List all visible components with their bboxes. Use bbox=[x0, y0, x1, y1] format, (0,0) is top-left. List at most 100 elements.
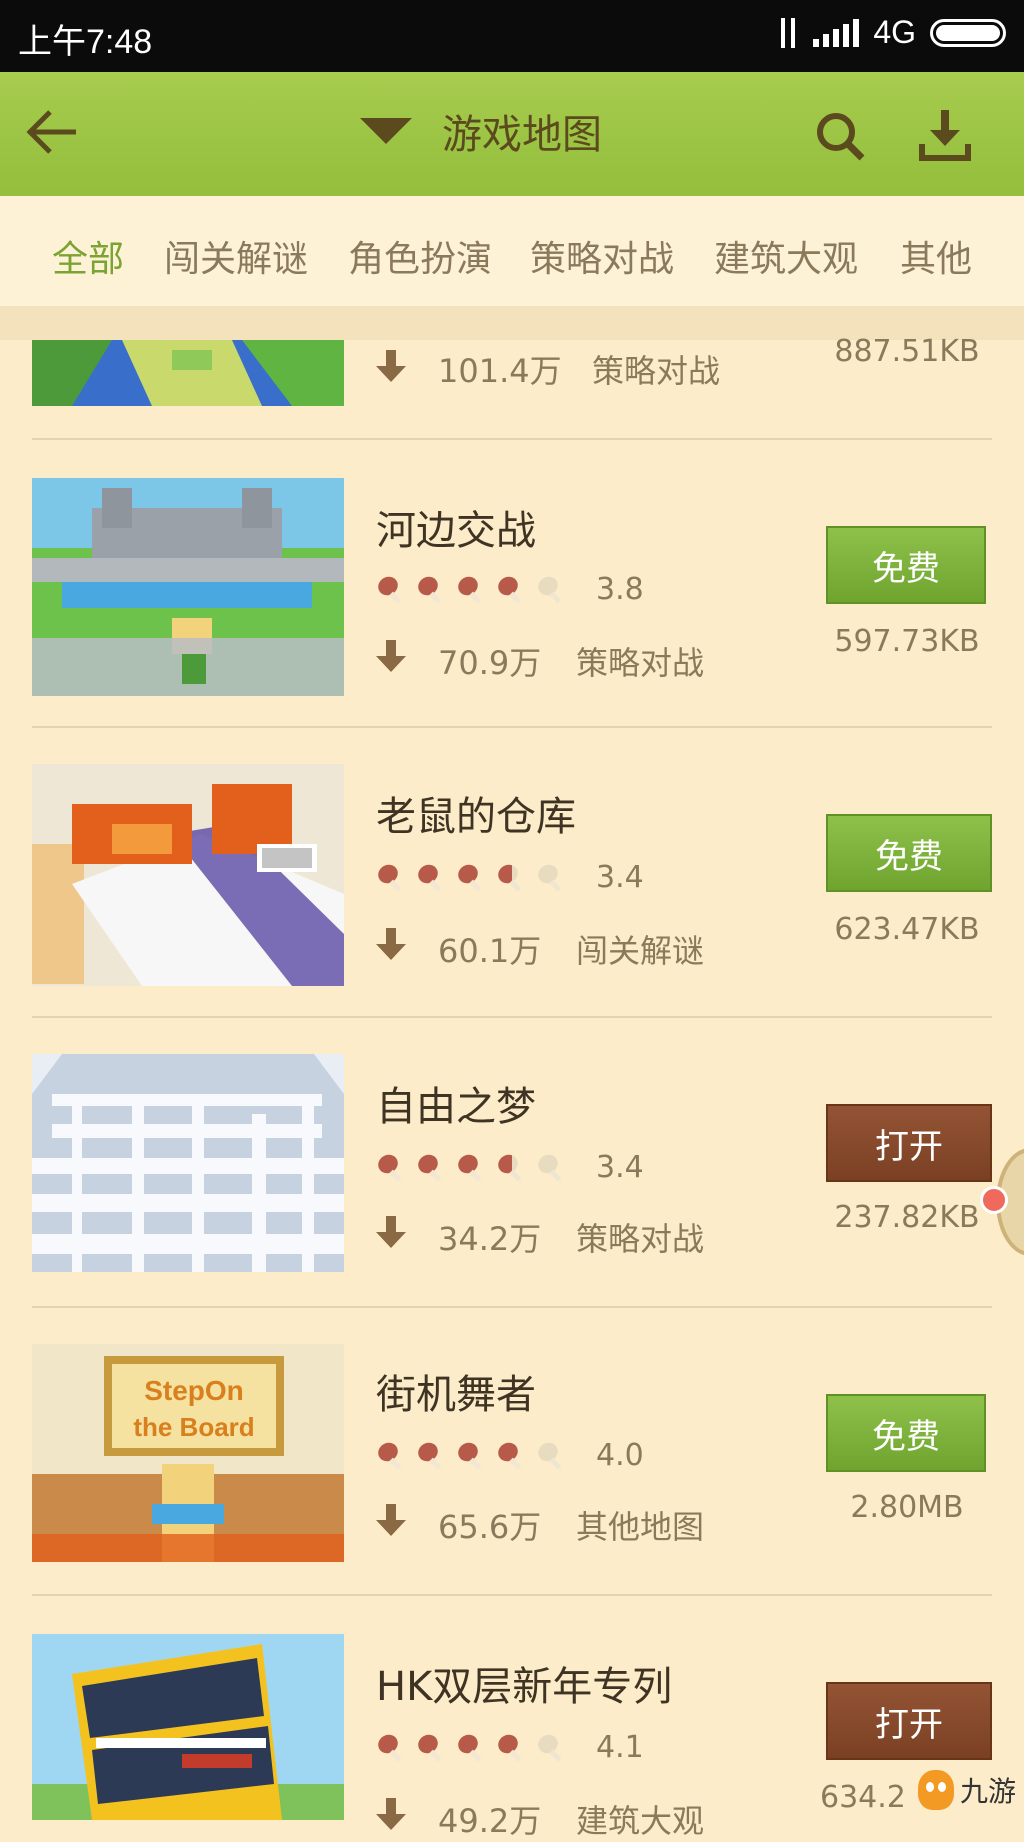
map-thumbnail: StepOn the Board bbox=[32, 1344, 344, 1562]
thumbnail-text-the-board: the Board bbox=[133, 1412, 254, 1442]
map-thumbnail bbox=[32, 764, 344, 986]
status-icons: 4G bbox=[777, 14, 1006, 51]
map-name: 街机舞者 bbox=[376, 1372, 536, 1418]
category-label: 策略对战 bbox=[576, 644, 705, 682]
watermark-text: 九游 bbox=[960, 1775, 1017, 1808]
rating-stars bbox=[376, 1732, 568, 1764]
rating-drumstick-icon bbox=[498, 1442, 522, 1470]
tab-all[interactable]: 全部 bbox=[52, 230, 124, 282]
rating-stars bbox=[376, 1440, 568, 1472]
free-download-button[interactable]: 免费 bbox=[826, 1394, 986, 1472]
map-thumbnail bbox=[32, 340, 344, 406]
rating-drumstick-icon bbox=[538, 1154, 562, 1182]
back-arrow-icon[interactable] bbox=[20, 102, 80, 162]
page-title: 游戏地图 bbox=[442, 112, 602, 158]
download-count-icon bbox=[376, 640, 406, 672]
download-count-icon bbox=[376, 928, 406, 960]
watermark-logo: 九游 bbox=[918, 1770, 1016, 1810]
rating-drumstick-icon bbox=[458, 576, 482, 604]
download-count-icon bbox=[376, 1216, 406, 1248]
category-label: 建筑大观 bbox=[576, 1802, 705, 1840]
free-download-button[interactable]: 免费 bbox=[826, 526, 986, 604]
tab-roleplay[interactable]: 角色扮演 bbox=[348, 230, 492, 282]
map-name: 河边交战 bbox=[376, 508, 536, 554]
battery-icon bbox=[930, 18, 1006, 47]
rating-drumstick-icon bbox=[458, 1154, 482, 1182]
rating-drumstick-icon bbox=[418, 1154, 442, 1182]
rating-drumstick-icon bbox=[418, 1442, 442, 1470]
rating-drumstick-icon bbox=[538, 864, 562, 892]
map-name: HK双层新年专列 bbox=[376, 1664, 673, 1710]
open-button[interactable]: 打开 bbox=[826, 1682, 992, 1760]
map-thumbnail bbox=[32, 478, 344, 696]
category-label: 其他地图 bbox=[576, 1508, 705, 1546]
rating-drumstick-icon bbox=[378, 1442, 402, 1470]
list-divider bbox=[32, 1016, 992, 1018]
list-divider bbox=[32, 1306, 992, 1308]
rating-drumstick-icon bbox=[538, 1734, 562, 1762]
search-icon[interactable] bbox=[812, 108, 868, 164]
category-label: 策略对战 bbox=[576, 1220, 705, 1258]
data-transfer-icon bbox=[777, 17, 799, 48]
file-size: 2.80MB bbox=[850, 1490, 964, 1525]
rating-drumstick-icon bbox=[538, 1442, 562, 1470]
download-count: 49.2万 bbox=[438, 1802, 542, 1840]
tab-strategy[interactable]: 策略对战 bbox=[530, 230, 674, 282]
rating-drumstick-icon bbox=[418, 864, 442, 892]
map-name: 自由之梦 bbox=[376, 1084, 536, 1130]
rating-drumstick-icon bbox=[458, 1442, 482, 1470]
file-size: 597.73KB bbox=[834, 624, 980, 659]
rating-drumstick-icon bbox=[458, 864, 482, 892]
list-divider bbox=[32, 438, 992, 440]
category-label: 策略对战 bbox=[592, 352, 721, 390]
rating-stars bbox=[376, 574, 568, 606]
rating-drumstick-icon bbox=[418, 576, 442, 604]
download-count: 60.1万 bbox=[438, 932, 542, 970]
map-thumbnail bbox=[32, 1634, 344, 1820]
rating-drumstick-icon bbox=[458, 1734, 482, 1762]
rating-value: 3.8 bbox=[596, 572, 644, 607]
file-size: 623.47KB bbox=[834, 912, 980, 947]
download-count: 101.4万 bbox=[438, 352, 562, 390]
rating-drumstick-icon bbox=[498, 864, 522, 892]
rating-drumstick-icon bbox=[498, 1154, 522, 1182]
rating-drumstick-icon bbox=[378, 576, 402, 604]
tab-other[interactable]: 其他 bbox=[900, 230, 972, 282]
category-tabs: 全部 闯关解谜 角色扮演 策略对战 建筑大观 其他 bbox=[0, 196, 1024, 308]
rating-value: 4.1 bbox=[596, 1730, 644, 1765]
tab-puzzle[interactable]: 闯关解谜 bbox=[164, 230, 308, 282]
network-type: 4G bbox=[873, 14, 916, 50]
download-count-icon bbox=[376, 1798, 406, 1830]
rating-drumstick-icon bbox=[378, 864, 402, 892]
open-button[interactable]: 打开 bbox=[826, 1104, 992, 1182]
list-divider bbox=[32, 726, 992, 728]
download-count-icon bbox=[376, 350, 406, 382]
thumbnail-text-step-on: StepOn bbox=[144, 1375, 244, 1406]
file-size: 887.51KB bbox=[834, 334, 980, 369]
file-size: 237.82KB bbox=[834, 1200, 980, 1235]
download-count: 70.9万 bbox=[438, 644, 542, 682]
free-download-button[interactable]: 免费 bbox=[826, 814, 992, 892]
title-dropdown[interactable]: 游戏地图 bbox=[360, 102, 602, 160]
download-manager-icon[interactable] bbox=[916, 106, 974, 164]
rating-drumstick-icon bbox=[498, 576, 522, 604]
rating-drumstick-icon bbox=[378, 1734, 402, 1762]
rating-stars bbox=[376, 862, 568, 894]
list-divider bbox=[32, 1594, 992, 1596]
signal-icon bbox=[813, 18, 860, 47]
download-count-icon bbox=[376, 1504, 406, 1536]
status-time: 上午7:48 bbox=[18, 23, 153, 61]
rating-value: 3.4 bbox=[596, 1150, 644, 1185]
category-label: 闯关解谜 bbox=[576, 932, 705, 970]
app-header: 游戏地图 bbox=[0, 72, 1024, 196]
map-thumbnail bbox=[32, 1054, 344, 1272]
download-count: 65.6万 bbox=[438, 1508, 542, 1546]
map-name: 老鼠的仓库 bbox=[376, 794, 576, 840]
rating-value: 3.4 bbox=[596, 860, 644, 895]
rating-drumstick-icon bbox=[498, 1734, 522, 1762]
tab-building[interactable]: 建筑大观 bbox=[714, 230, 858, 282]
notification-dot bbox=[980, 1186, 1008, 1214]
rating-stars bbox=[376, 1152, 568, 1184]
rating-drumstick-icon bbox=[538, 576, 562, 604]
status-bar: 上午7:48 4G bbox=[0, 0, 1024, 72]
